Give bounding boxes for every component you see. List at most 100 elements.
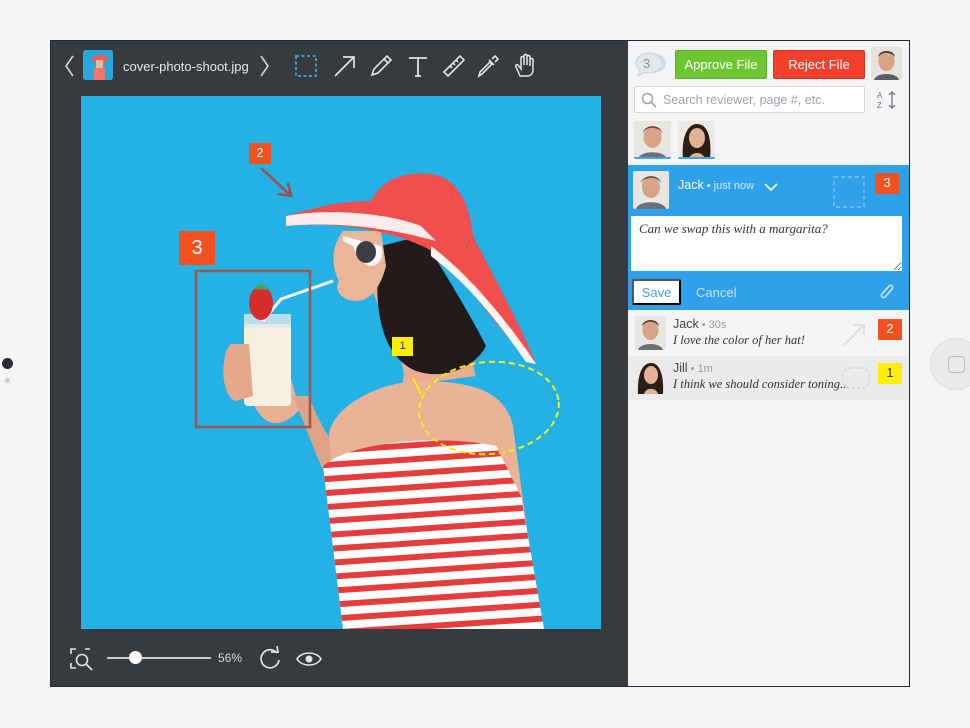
comment-time: • 30s <box>698 319 727 331</box>
pencil-tool-button[interactable] <box>367 52 395 80</box>
cancel-button[interactable]: Cancel <box>696 285 736 300</box>
comment-list-item[interactable]: Jill • 1m I think we should consider ton… <box>628 356 909 400</box>
comment-text: I love the color of her hat! <box>673 333 805 347</box>
photo-artwork <box>81 96 601 629</box>
selection-tool-icon <box>295 55 317 77</box>
comment-badge: 2 <box>878 319 902 340</box>
comment-time: • 1m <box>687 363 713 375</box>
home-button[interactable] <box>930 338 970 390</box>
comment-author: Jack <box>673 317 699 331</box>
zoom-fit-button[interactable] <box>69 647 95 678</box>
comment-shape-indicator <box>832 175 866 214</box>
zoom-slider[interactable] <box>107 651 211 664</box>
active-comment-avatar <box>633 171 669 209</box>
app-screen: cover-photo-shoot.jpg 2 3 1 56% 3 Approv… <box>50 40 910 687</box>
rotate-icon <box>260 645 280 669</box>
active-comment-badge: 3 <box>875 173 899 194</box>
editor-toolbar: cover-photo-shoot.jpg <box>51 41 628 93</box>
male-face-image <box>634 121 671 157</box>
zoom-level-label: 56% <box>218 651 243 665</box>
chevron-left-icon <box>65 55 74 77</box>
comment-shape-indicator <box>841 320 869 353</box>
comment-list-item[interactable]: Jack • 30s I love the color of her hat! … <box>628 312 909 356</box>
text-tool-button[interactable] <box>404 52 432 80</box>
search-input[interactable] <box>663 91 859 109</box>
sort-button[interactable]: A Z <box>877 90 899 115</box>
sort-az-icon: A Z <box>877 91 896 110</box>
ellipse-shape-icon <box>842 367 870 389</box>
sensor-dot <box>5 378 10 383</box>
comment-avatar <box>635 360 666 394</box>
thumbnail-image <box>83 50 113 80</box>
comment-text: I think we should consider toning... <box>673 377 850 391</box>
annotation-badge-1[interactable]: 1 <box>392 337 413 356</box>
ruler-tool-icon <box>442 54 466 78</box>
eye-icon <box>296 652 322 666</box>
tablet-frame: cover-photo-shoot.jpg 2 3 1 56% 3 Approv… <box>0 0 970 728</box>
hand-tool-icon <box>515 53 534 77</box>
active-comment-time: • just now <box>703 180 755 192</box>
image-canvas[interactable]: 2 3 1 <box>81 96 601 629</box>
annotation-badge-3[interactable]: 3 <box>179 231 215 265</box>
active-comment-author-line: Jack • just now <box>678 178 754 192</box>
reject-file-button[interactable]: Reject File <box>773 50 865 79</box>
selection-tool-button[interactable] <box>292 52 320 80</box>
search-icon <box>641 92 657 108</box>
approve-file-button[interactable]: Approve File <box>675 50 767 79</box>
comment-avatar <box>635 316 666 350</box>
comment-options-dropdown[interactable] <box>764 179 778 197</box>
active-comment-card: Jack • just now 3 Save Cancel <box>628 165 909 310</box>
arrow-shape-icon <box>843 324 865 346</box>
eyedropper-tool-button[interactable] <box>474 52 502 80</box>
svg-text:A: A <box>877 91 883 100</box>
active-comment-author: Jack <box>678 178 704 192</box>
female-face-image <box>635 360 666 394</box>
zoom-slider-thumb[interactable] <box>129 651 143 664</box>
attach-button[interactable] <box>879 282 895 307</box>
camera-dot <box>2 358 13 369</box>
chevron-down-icon <box>764 183 778 192</box>
reviewer-avatar-jill[interactable] <box>678 121 715 159</box>
male-face-image <box>635 316 666 350</box>
comment-text-input[interactable] <box>631 216 902 271</box>
previous-file-button[interactable] <box>61 54 77 80</box>
arrow-tool-button[interactable] <box>331 52 359 80</box>
comment-count: 3 <box>643 56 651 71</box>
arrow-tool-icon <box>334 56 355 77</box>
comment-badge: 1 <box>878 363 902 384</box>
comment-author: Jill <box>673 361 688 375</box>
panel-header: 3 Approve File Reject File Search review… <box>628 41 909 116</box>
paperclip-icon <box>880 284 894 299</box>
home-button-square <box>948 356 965 373</box>
reviewer-avatar-jack[interactable] <box>634 121 671 159</box>
comment-count-badge[interactable]: 3 <box>634 51 668 77</box>
zoom-fit-icon <box>70 648 93 671</box>
search-box <box>634 86 865 113</box>
next-file-button[interactable] <box>257 54 273 80</box>
review-panel: 3 Approve File Reject File Search review… <box>628 41 909 686</box>
rotate-button[interactable] <box>257 645 283 677</box>
file-thumbnail <box>83 50 113 80</box>
selection-box-icon <box>833 176 865 208</box>
comment-bubble-icon <box>635 52 666 77</box>
pencil-tool-icon <box>370 54 393 77</box>
svg-text:Z: Z <box>877 101 882 110</box>
comment-author-line: Jill • 1m <box>673 361 713 375</box>
comment-shape-indicator <box>841 364 871 397</box>
male-face-image <box>633 171 669 209</box>
female-face-image <box>678 121 715 157</box>
chevron-right-icon <box>260 55 269 77</box>
preview-button[interactable] <box>295 650 323 673</box>
save-button[interactable]: Save <box>632 279 681 305</box>
text-tool-icon <box>409 57 427 77</box>
hand-tool-button[interactable] <box>512 52 540 80</box>
comment-author-line: Jack • 30s <box>673 317 726 331</box>
editor-bottom-bar: 56% <box>51 639 628 686</box>
annotation-badge-2[interactable]: 2 <box>249 143 271 164</box>
ruler-tool-button[interactable] <box>440 52 468 80</box>
file-name: cover-photo-shoot.jpg <box>123 59 249 74</box>
image-editor: cover-photo-shoot.jpg 2 3 1 56% <box>51 41 628 686</box>
eyedropper-tool-icon <box>477 54 500 78</box>
current-user-avatar[interactable] <box>871 47 902 80</box>
male-face-image <box>871 47 902 80</box>
